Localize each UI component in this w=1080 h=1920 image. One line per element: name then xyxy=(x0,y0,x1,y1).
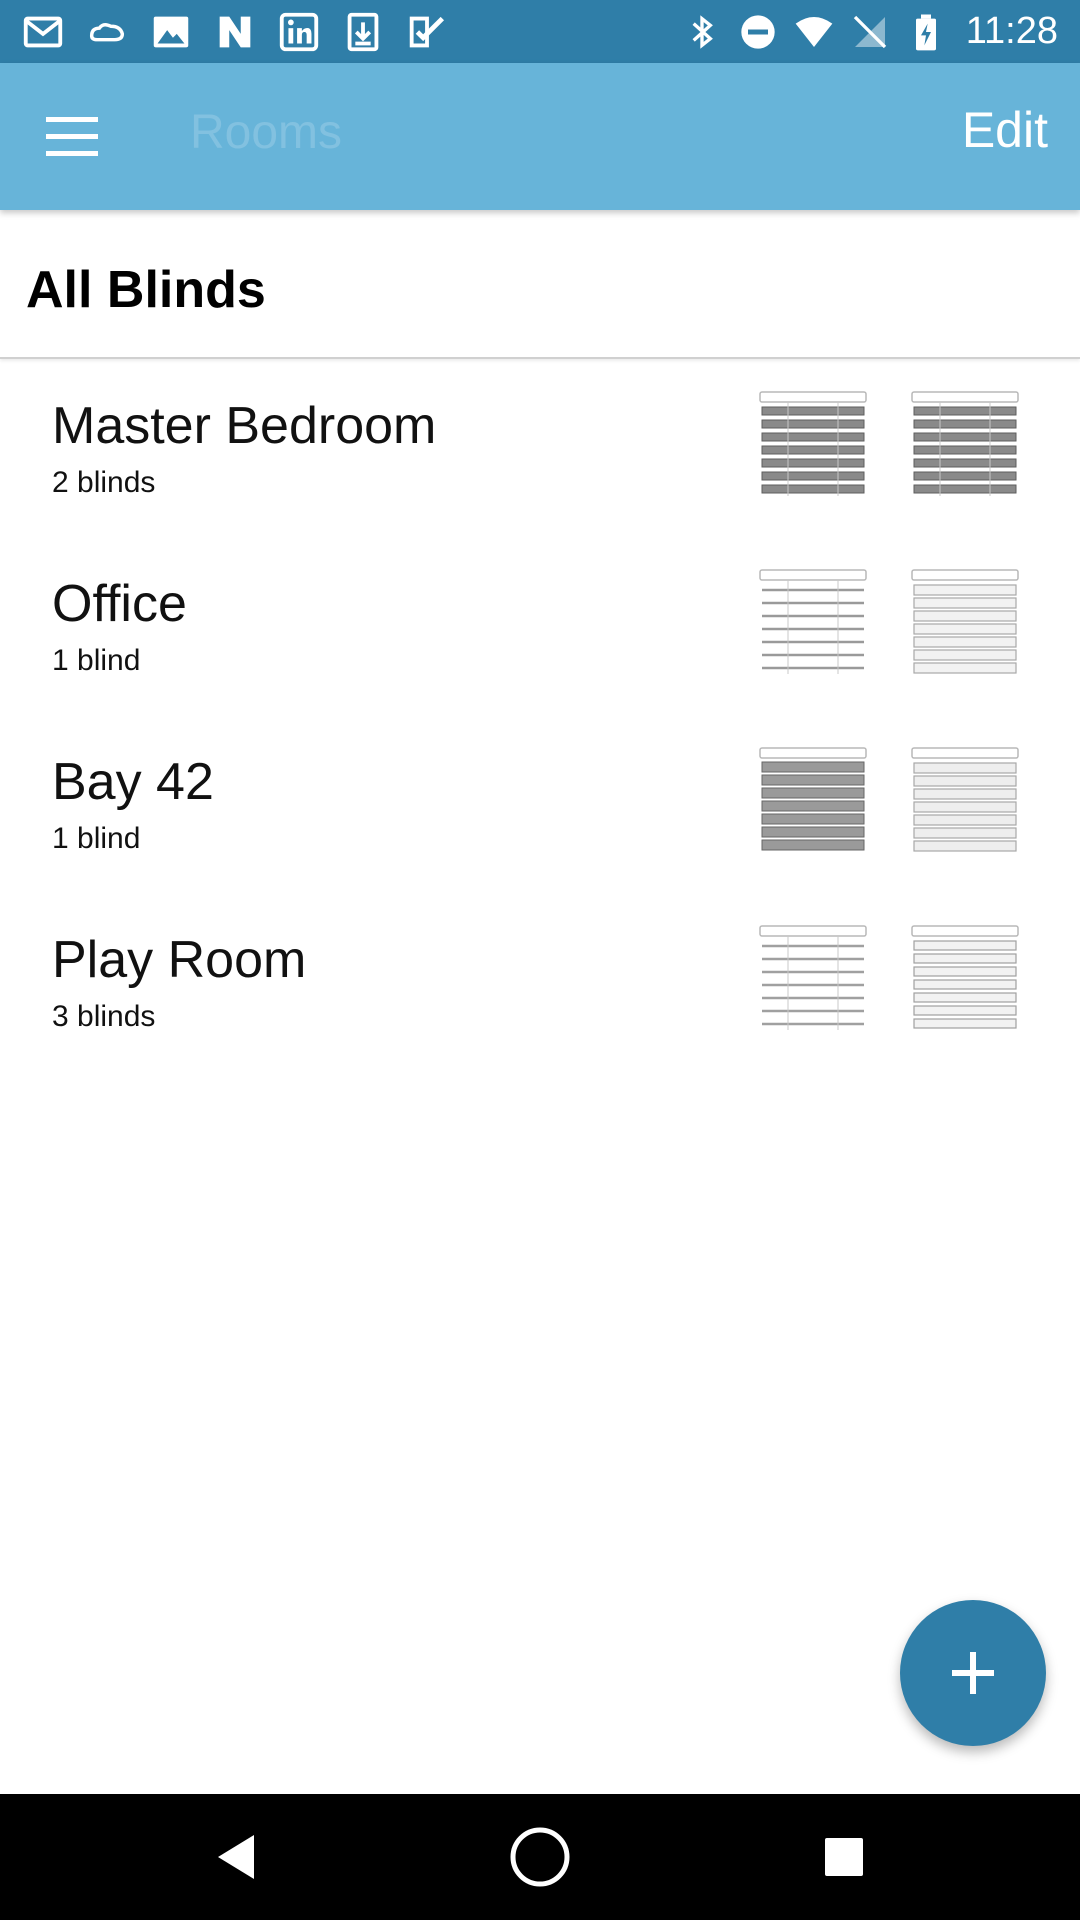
cloud-icon xyxy=(89,22,125,41)
plus-icon xyxy=(952,1652,994,1694)
download-icon xyxy=(347,12,379,51)
gmail-icon xyxy=(23,16,63,47)
status-bar: 11:28 xyxy=(0,0,1080,63)
notification-icons xyxy=(20,0,450,63)
app-bar-title: Rooms xyxy=(190,106,343,159)
navigation-bar xyxy=(0,1794,1080,1920)
blind-closed-icon xyxy=(759,391,867,496)
blind-tilted-icon xyxy=(911,569,1019,674)
room-blind-count: 3 blinds xyxy=(52,1000,156,1033)
room-blind-count: 1 blind xyxy=(52,644,141,677)
room-list: Master Bedroom 2 blinds Office 1 blind B… xyxy=(0,360,1080,1072)
hamburger-menu-icon[interactable] xyxy=(40,109,104,165)
recents-icon[interactable] xyxy=(808,1821,880,1893)
blind-tilted-icon xyxy=(911,925,1019,1029)
section-title: All Blinds xyxy=(26,261,266,319)
section-header: All Blinds xyxy=(0,210,1080,359)
blind-tilted-icon xyxy=(911,747,1019,852)
bluetooth-icon xyxy=(692,14,713,49)
room-name: Master Bedroom xyxy=(52,397,437,455)
add-room-button[interactable] xyxy=(900,1600,1046,1746)
no-signal-icon xyxy=(853,15,886,48)
task-check-icon xyxy=(409,16,445,47)
room-row-master-bedroom[interactable]: Master Bedroom 2 blinds xyxy=(0,360,1080,538)
photos-icon xyxy=(153,16,189,47)
room-name: Play Room xyxy=(52,931,307,989)
edit-button[interactable]: Edit xyxy=(962,101,1048,159)
n-app-icon xyxy=(219,16,251,47)
room-blind-count: 2 blinds xyxy=(52,466,156,499)
room-blind-count: 1 blind xyxy=(52,822,141,855)
blind-closed-icon xyxy=(759,747,867,851)
blind-open-icon xyxy=(759,569,867,674)
room-row-play-room[interactable]: Play Room 3 blinds xyxy=(0,894,1080,1072)
linkedin-icon xyxy=(279,12,319,51)
back-icon[interactable] xyxy=(200,1821,272,1893)
battery-charging-icon xyxy=(915,14,936,50)
room-name: Office xyxy=(52,575,187,633)
room-row-office[interactable]: Office 1 blind xyxy=(0,538,1080,716)
blind-closed-icon xyxy=(911,391,1019,496)
room-name: Bay 42 xyxy=(52,753,214,811)
wifi-icon xyxy=(795,16,833,47)
room-row-bay-42[interactable]: Bay 42 1 blind xyxy=(0,716,1080,894)
app-bar: Rooms Edit xyxy=(0,63,1080,210)
status-time: 11:28 xyxy=(965,10,1058,52)
home-icon[interactable] xyxy=(504,1821,576,1893)
screen: 11:28 Rooms Edit All Blinds Master Bedro… xyxy=(0,0,1080,1920)
blind-open-icon xyxy=(759,925,867,1030)
do-not-disturb-icon xyxy=(741,14,775,49)
system-status-icons: 11:28 xyxy=(682,0,1058,63)
